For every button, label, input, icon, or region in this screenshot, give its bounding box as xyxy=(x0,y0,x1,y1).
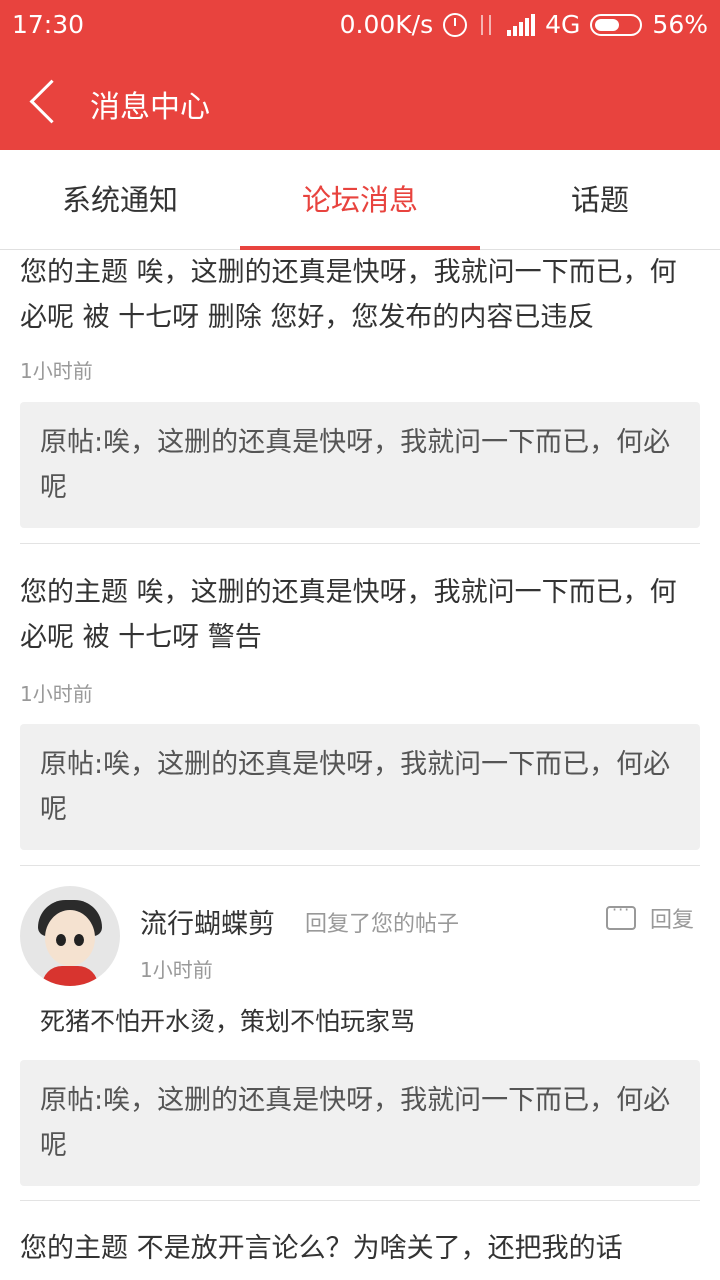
back-arrow-icon[interactable] xyxy=(26,80,64,124)
tab-topics[interactable]: 话题 xyxy=(480,150,720,249)
divider xyxy=(20,865,700,866)
status-indicators: 0.00K/s 4G 56% xyxy=(340,10,708,39)
tab-forum-messages[interactable]: 论坛消息 xyxy=(240,150,480,250)
original-post-quote[interactable]: 原帖:唉，这删的还真是快呀，我就问一下而已，何必呢 xyxy=(20,1060,700,1186)
status-time: 17:30 xyxy=(12,10,85,39)
network-type: 4G xyxy=(545,10,581,39)
status-bar: 17:30 0.00K/s 4G 56% xyxy=(0,0,720,52)
comment-icon xyxy=(606,900,636,930)
message-time: 1小时前 xyxy=(20,359,93,383)
avatar[interactable] xyxy=(20,886,120,986)
message-item[interactable]: 您的主题 不是放开言论么？为啥关了，还把我的话 xyxy=(20,1226,700,1271)
divider xyxy=(20,1200,700,1201)
battery-percent: 56% xyxy=(652,10,708,39)
message-time: 1小时前 xyxy=(20,682,93,706)
message-item[interactable]: 您的主题 唉，这删的还真是快呀，我就问一下而已，何必呢 被 十七呀 警告 1小时… xyxy=(20,570,700,850)
tab-bar: 系统通知 论坛消息 话题 xyxy=(0,150,720,250)
original-post-quote[interactable]: 原帖:唉，这删的还真是快呀，我就问一下而已，何必呢 xyxy=(20,724,700,850)
divider xyxy=(20,543,700,544)
message-time: 1小时前 xyxy=(140,958,213,982)
username[interactable]: 流行蝴蝶剪 xyxy=(140,902,275,941)
network-speed: 0.00K/s xyxy=(339,10,434,39)
reply-text: 死猪不怕开水烫，策划不怕玩家骂 xyxy=(40,1007,416,1036)
title-bar: 消息中心 xyxy=(0,52,720,150)
original-post-quote[interactable]: 原帖:唉，这删的还真是快呀，我就问一下而已，何必呢 xyxy=(20,402,700,528)
battery-icon xyxy=(590,13,643,36)
message-text: 您的主题 不是放开言论么？为啥关了，还把我的话 xyxy=(20,1233,623,1264)
tab-system-notice[interactable]: 系统通知 xyxy=(0,150,240,249)
reply-action-text: 回复了您的帖子 xyxy=(305,912,460,937)
reply-label: 回复 xyxy=(650,908,695,933)
page-title: 消息中心 xyxy=(90,90,210,125)
message-text: 您的主题 唉，这删的还真是快呀，我就问一下而已，何必呢 被 十七呀 删除 您好，… xyxy=(20,257,677,333)
data-transfer-icon xyxy=(477,13,497,37)
reply-button[interactable]: 回复 xyxy=(606,900,695,934)
signal-icon xyxy=(507,13,536,36)
app-header: 17:30 0.00K/s 4G 56% 消息中心 xyxy=(0,0,720,150)
message-list[interactable]: 您的主题 唉，这删的还真是快呀，我就问一下而已，何必呢 被 十七呀 删除 您好，… xyxy=(0,250,720,1280)
alarm-icon xyxy=(443,12,468,37)
message-text: 您的主题 唉，这删的还真是快呀，我就问一下而已，何必呢 被 十七呀 警告 xyxy=(20,577,677,653)
message-item[interactable]: 您的主题 唉，这删的还真是快呀，我就问一下而已，何必呢 被 十七呀 删除 您好，… xyxy=(20,250,700,528)
